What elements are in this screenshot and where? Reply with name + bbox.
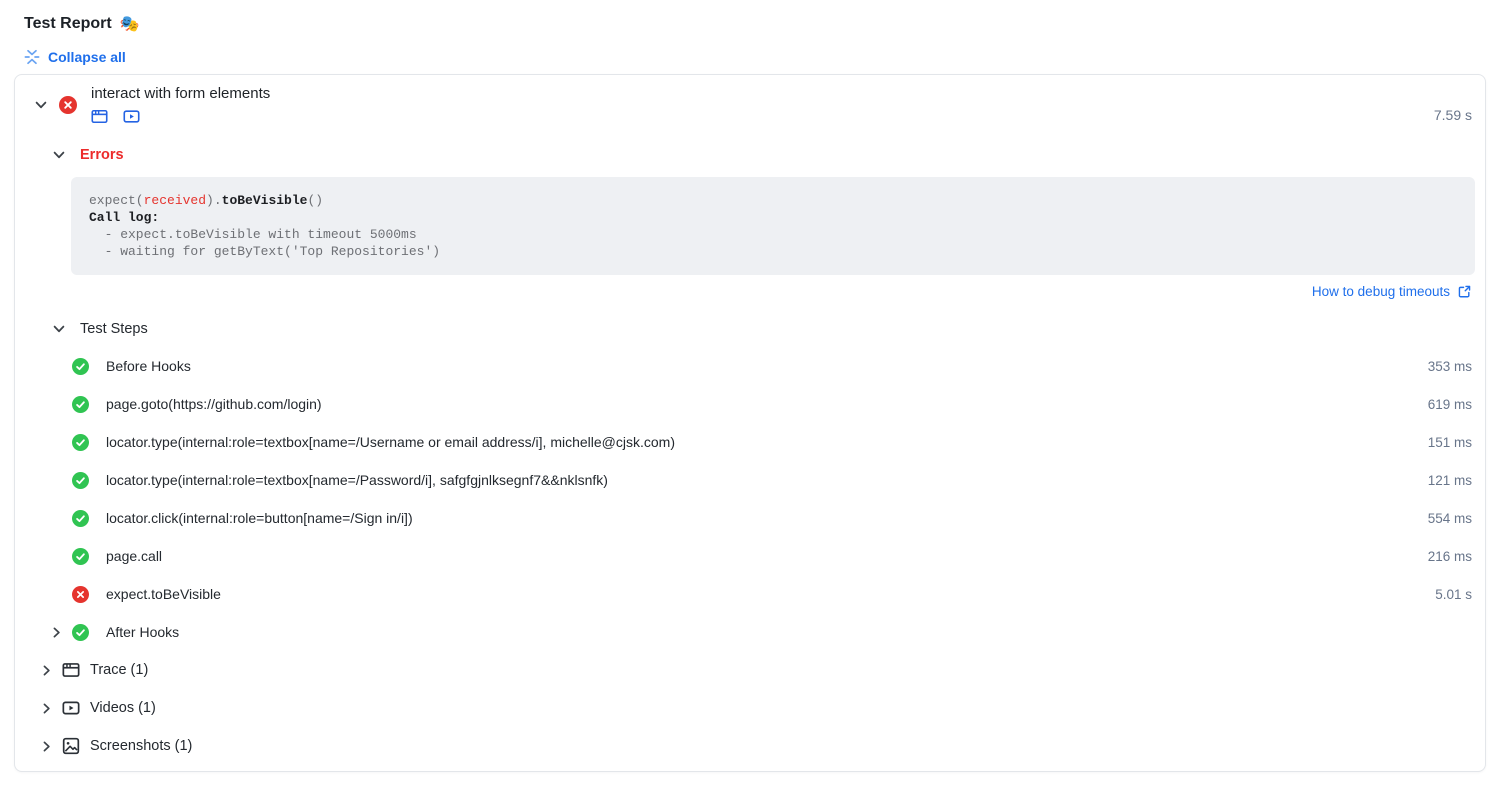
step-pass-icon	[72, 396, 89, 413]
step-pass-icon	[72, 358, 89, 375]
step-duration: 619 ms	[1428, 397, 1472, 412]
chevron-right-icon	[39, 739, 54, 754]
video-icon[interactable]	[123, 108, 140, 125]
chevron-down-icon	[51, 147, 67, 163]
attachment-label: Trace (1)	[90, 662, 148, 678]
test-expand-chevron-down-icon[interactable]	[29, 93, 53, 117]
step-label: page.goto(https://github.com/login)	[106, 396, 322, 412]
test-header-attachment-icons	[91, 108, 270, 125]
test-steps-section-label: Test Steps	[80, 321, 148, 337]
attachment-section-row[interactable]: Trace (1)	[15, 651, 1485, 689]
attachment-label: Videos (1)	[90, 700, 156, 716]
test-step-row[interactable]: locator.type(internal:role=textbox[name=…	[15, 423, 1485, 461]
test-failed-status-icon	[59, 96, 77, 114]
test-step-row[interactable]: expect.toBeVisible 5.01 s	[15, 575, 1485, 613]
step-label: locator.click(internal:role=button[name=…	[106, 510, 413, 526]
test-steps-section-header[interactable]: Test Steps	[15, 321, 148, 337]
test-duration: 7.59 s	[1434, 107, 1472, 125]
errors-section-label: Errors	[80, 147, 124, 163]
test-steps-list: Before Hooks 353 ms page.goto(https://gi…	[15, 347, 1485, 651]
test-step-row[interactable]: locator.type(internal:role=textbox[name=…	[15, 461, 1485, 499]
step-fail-icon	[72, 586, 89, 603]
video-icon	[62, 699, 80, 717]
page-title-text: Test Report	[24, 15, 112, 33]
help-link-row: How to debug timeouts	[15, 284, 1472, 299]
trace-icon[interactable]	[91, 108, 108, 125]
test-result-card: interact with form elements 7.59 s Error…	[14, 74, 1486, 772]
step-duration: 151 ms	[1428, 435, 1472, 450]
collapse-all-button[interactable]: Collapse all	[24, 49, 126, 65]
playwright-masks-emoji: 🎭	[120, 14, 140, 34]
debug-timeouts-link[interactable]: How to debug timeouts	[1312, 284, 1472, 299]
step-duration: 5.01 s	[1435, 587, 1472, 602]
test-step-row[interactable]: page.goto(https://github.com/login) 619 …	[15, 385, 1485, 423]
test-step-row[interactable]: After Hooks	[15, 613, 1485, 651]
step-duration: 554 ms	[1428, 511, 1472, 526]
attachments-list: Trace (1) Videos (1) Screenshots (1)	[15, 651, 1485, 765]
test-title: interact with form elements	[91, 84, 270, 103]
chevron-right-icon	[39, 663, 54, 678]
attachment-label: Screenshots (1)	[90, 738, 192, 754]
attachment-section-row[interactable]: Screenshots (1)	[15, 727, 1485, 765]
screenshot-icon	[62, 737, 80, 755]
step-label: After Hooks	[106, 624, 179, 640]
step-duration: 121 ms	[1428, 473, 1472, 488]
debug-timeouts-link-label: How to debug timeouts	[1312, 284, 1450, 299]
step-label: page.call	[106, 548, 162, 564]
attachment-section-row[interactable]: Videos (1)	[15, 689, 1485, 727]
test-step-row[interactable]: Before Hooks 353 ms	[15, 347, 1485, 385]
step-pass-icon	[72, 510, 89, 527]
step-chevron-right-icon[interactable]	[48, 624, 64, 640]
test-step-row[interactable]: page.call 216 ms	[15, 537, 1485, 575]
test-header-row[interactable]: interact with form elements 7.59 s	[15, 75, 1485, 125]
collapse-all-icon	[24, 49, 40, 65]
errors-section-header[interactable]: Errors	[15, 147, 124, 163]
step-pass-icon	[72, 434, 89, 451]
collapse-all-label: Collapse all	[48, 49, 126, 65]
step-duration: 216 ms	[1428, 549, 1472, 564]
test-step-row[interactable]: locator.click(internal:role=button[name=…	[15, 499, 1485, 537]
step-label: locator.type(internal:role=textbox[name=…	[106, 472, 608, 488]
step-label: locator.type(internal:role=textbox[name=…	[106, 434, 675, 450]
step-label: Before Hooks	[106, 358, 191, 374]
step-pass-icon	[72, 548, 89, 565]
step-pass-icon	[72, 472, 89, 489]
trace-icon	[62, 661, 80, 679]
chevron-right-icon	[39, 701, 54, 716]
step-pass-icon	[72, 624, 89, 641]
error-code-block: expect(received).toBeVisible()Call log: …	[71, 177, 1475, 275]
external-link-icon	[1457, 284, 1472, 299]
step-label: expect.toBeVisible	[106, 586, 221, 602]
step-duration: 353 ms	[1428, 359, 1472, 374]
page-title: Test Report 🎭	[24, 14, 1500, 34]
chevron-down-icon	[51, 321, 67, 337]
